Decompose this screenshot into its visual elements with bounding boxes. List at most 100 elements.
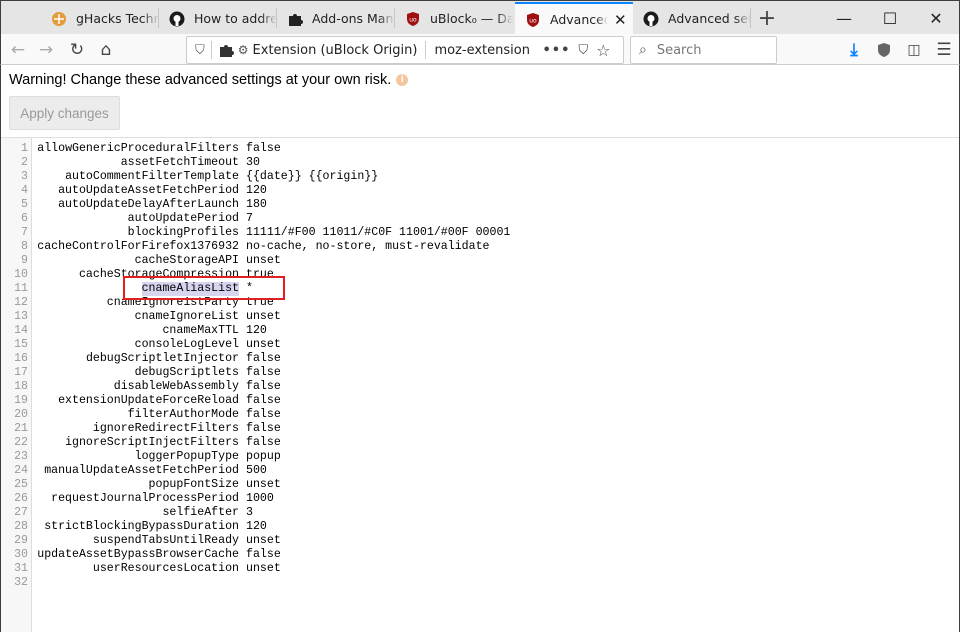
apply-changes-button[interactable]: Apply changes	[9, 96, 120, 130]
setting-row[interactable]: allowGenericProceduralFilters false	[36, 142, 936, 156]
line-number: 8	[21, 240, 28, 253]
setting-row[interactable]: autoUpdateDelayAfterLaunch 180	[36, 198, 936, 212]
setting-value: 30	[246, 156, 260, 169]
tab-github-how-to[interactable]: How to address	[159, 2, 277, 35]
setting-row[interactable]: manualUpdateAssetFetchPeriod 500	[36, 464, 936, 478]
line-number: 28	[14, 520, 28, 533]
page-actions-icon[interactable]: •••	[542, 43, 570, 58]
setting-row[interactable]: extensionUpdateForceReload false	[36, 394, 936, 408]
sidebar-icon[interactable]: ◫	[901, 37, 927, 63]
setting-row[interactable]: ignoreRedirectFilters false	[36, 422, 936, 436]
pocket-icon[interactable]: ⛉	[578, 43, 588, 58]
info-icon[interactable]: i	[396, 74, 409, 86]
search-input[interactable]: ⌕ Search	[630, 36, 777, 64]
setting-row[interactable]: cnameMaxTTL 120	[36, 324, 936, 338]
setting-row[interactable]: cacheStorageAPI unset	[36, 254, 936, 268]
line-number: 14	[14, 324, 28, 337]
setting-row[interactable]: loggerPopupType popup	[36, 450, 936, 464]
search-icon: ⌕	[639, 42, 647, 58]
setting-row[interactable]: consoleLogLevel unset	[36, 338, 936, 352]
setting-row[interactable]: userResourcesLocation unset	[36, 562, 936, 576]
setting-value: 1000	[246, 492, 274, 505]
setting-row[interactable]: autoCommentFilterTemplate {{date}} {{orig…	[36, 170, 936, 184]
warning-message: Warning! Change these advanced settings …	[9, 72, 409, 88]
setting-row[interactable]: filterAuthorMode false	[36, 408, 936, 422]
url-text[interactable]: moz-extension	[434, 43, 530, 58]
setting-value: 3	[246, 506, 253, 519]
setting-value: false	[246, 436, 281, 449]
setting-key: updateAssetBypassBrowserCache	[37, 548, 239, 561]
back-button[interactable]: ←	[5, 37, 31, 63]
setting-value: false	[246, 380, 281, 393]
home-button[interactable]: ⌂	[93, 37, 119, 63]
close-window-button[interactable]: ✕	[913, 2, 959, 34]
setting-key: cnameIgnoreList	[134, 310, 239, 323]
setting-value: false	[246, 548, 281, 561]
setting-key: ignoreRedirectFilters	[92, 422, 239, 435]
ghacks-icon	[51, 11, 67, 27]
setting-value: false	[246, 366, 281, 379]
setting-row[interactable]: popupFontSize unset	[36, 478, 936, 492]
setting-value: false	[246, 394, 281, 407]
ublock-toolbar-icon[interactable]	[871, 37, 897, 63]
setting-row[interactable]: disableWebAssembly false	[36, 380, 936, 394]
bookmark-star-icon[interactable]: ☆	[596, 41, 610, 60]
setting-row[interactable]: cacheControlForFirefox1376932 no-cache, n…	[36, 240, 936, 254]
new-tab-button[interactable]: +	[745, 2, 789, 34]
setting-row[interactable]: autoUpdateAssetFetchPeriod 120	[36, 184, 936, 198]
setting-value: unset	[246, 310, 281, 323]
tab-ublock-dashboard[interactable]: uo uBlock₀ — Dashboard	[395, 2, 513, 35]
setting-row[interactable]: updateAssetBypassBrowserCache false	[36, 548, 936, 562]
line-number: 12	[14, 296, 28, 309]
setting-value: 180	[246, 198, 267, 211]
setting-row[interactable]: suspendTabsUntilReady unset	[36, 534, 936, 548]
setting-row[interactable]: autoUpdatePeriod 7	[36, 212, 936, 226]
menu-icon[interactable]: ☰	[931, 37, 957, 63]
setting-key: selfieAfter	[162, 506, 239, 519]
tracking-shield-icon[interactable]: ⛉	[195, 43, 205, 58]
permissions-icon[interactable]: ⚙	[238, 43, 249, 57]
setting-key: cnameMaxTTL	[162, 324, 239, 337]
highlight-annotation-box	[123, 276, 285, 300]
reload-button[interactable]: ↻	[64, 37, 90, 63]
setting-key: autoUpdatePeriod	[127, 212, 239, 225]
setting-value: {{date}} {{origin}}	[246, 170, 379, 183]
line-number: 29	[14, 534, 28, 547]
maximize-button[interactable]: ☐	[867, 2, 913, 34]
github-icon	[643, 11, 659, 27]
tab-label: uBlock₀ — Dashboard	[430, 11, 513, 26]
close-tab-icon[interactable]: ✕	[614, 11, 627, 29]
setting-row[interactable]: debugScriptlets false	[36, 366, 936, 380]
setting-row[interactable]: cnameIgnoreList unset	[36, 310, 936, 324]
line-number: 16	[14, 352, 28, 365]
setting-key: autoUpdateDelayAfterLaunch	[58, 198, 239, 211]
setting-key: autoCommentFilterTemplate	[65, 170, 239, 183]
setting-row[interactable]: strictBlockingBypassDuration 120	[36, 520, 936, 534]
tab-github-advanced[interactable]: Advanced settings	[633, 2, 751, 35]
setting-key: autoUpdateAssetFetchPeriod	[58, 184, 239, 197]
setting-row[interactable]: ignoreScriptInjectFilters false	[36, 436, 936, 450]
identity-label[interactable]: Extension (uBlock Origin)	[253, 43, 418, 58]
setting-row[interactable]: assetFetchTimeout 30	[36, 156, 936, 170]
setting-value: 120	[246, 184, 267, 197]
setting-key: userResourcesLocation	[92, 562, 239, 575]
setting-key: disableWebAssembly	[113, 380, 239, 393]
url-bar[interactable]: ⛉ ⚙ Extension (uBlock Origin) moz-extens…	[186, 36, 624, 64]
setting-value: 120	[246, 324, 267, 337]
forward-button[interactable]: →	[33, 37, 59, 63]
tab-ghacks[interactable]: gHacks Technology News	[41, 2, 159, 35]
minimize-button[interactable]: —	[821, 2, 867, 34]
setting-key: popupFontSize	[148, 478, 239, 491]
setting-key: manualUpdateAssetFetchPeriod	[44, 464, 239, 477]
tab-advanced-settings[interactable]: uo Advanced settings ✕	[515, 2, 633, 35]
setting-row[interactable]: selfieAfter 3	[36, 506, 936, 520]
setting-row[interactable]: requestJournalProcessPeriod 1000	[36, 492, 936, 506]
downloads-icon[interactable]: ⤓	[841, 37, 867, 63]
svg-text:uo: uo	[529, 17, 537, 24]
line-number: 22	[14, 436, 28, 449]
setting-row[interactable]: debugScriptletInjector false	[36, 352, 936, 366]
setting-row[interactable]	[36, 576, 936, 590]
tab-addons[interactable]: Add-ons Manager	[277, 2, 395, 35]
setting-row[interactable]: blockingProfiles 11111/#F00 11011/#C0F 11…	[36, 226, 936, 240]
settings-editor[interactable]: 1 allowGenericProceduralFilters false 2 asse…	[1, 137, 959, 632]
